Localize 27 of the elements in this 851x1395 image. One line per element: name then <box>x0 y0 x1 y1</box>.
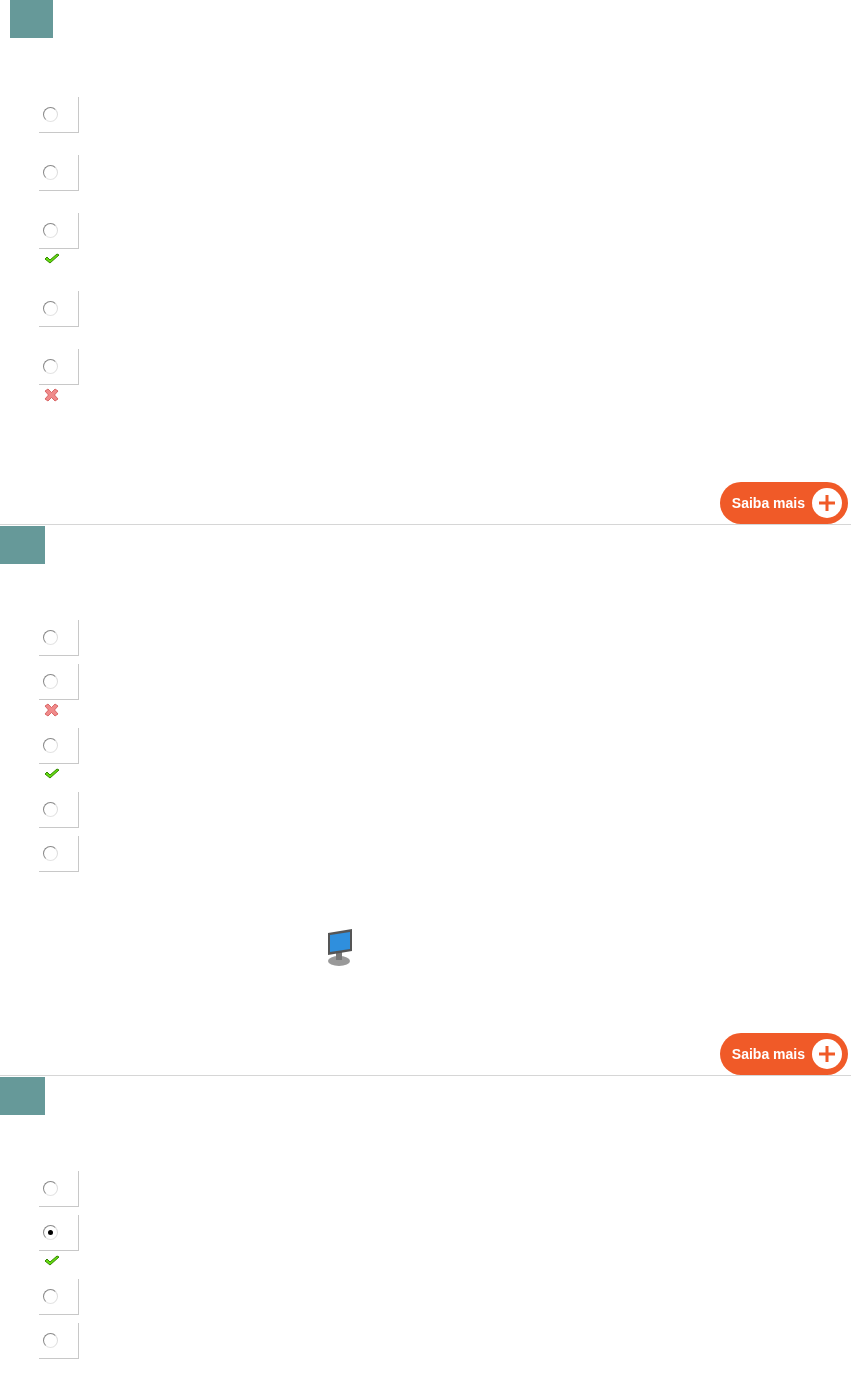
check-icon <box>44 1255 60 1267</box>
radio-button[interactable] <box>43 359 58 374</box>
radio-button[interactable] <box>43 1333 58 1348</box>
question-number-block <box>0 526 45 564</box>
check-icon <box>44 768 60 780</box>
plus-icon <box>811 1038 843 1070</box>
radio-button[interactable] <box>43 1289 58 1304</box>
question-number-block <box>10 0 53 38</box>
radio-button[interactable] <box>43 223 58 238</box>
check-icon <box>44 253 60 265</box>
radio-button[interactable] <box>43 1181 58 1196</box>
learn-more-button[interactable]: Saiba mais <box>719 1033 848 1075</box>
plus-icon <box>811 487 843 519</box>
radio-button[interactable] <box>43 301 58 316</box>
radio-button[interactable] <box>43 107 58 122</box>
radio-button[interactable] <box>43 738 58 753</box>
cross-icon <box>44 388 59 402</box>
cross-icon <box>44 703 59 717</box>
radio-button[interactable] <box>43 1225 58 1240</box>
radio-button[interactable] <box>43 165 58 180</box>
radio-button[interactable] <box>43 802 58 817</box>
radio-button[interactable] <box>43 674 58 689</box>
radio-button[interactable] <box>43 630 58 645</box>
monitor-icon <box>325 927 355 967</box>
radio-button[interactable] <box>43 846 58 861</box>
question-number-block <box>0 1077 45 1115</box>
learn-more-button[interactable]: Saiba mais <box>719 482 848 524</box>
